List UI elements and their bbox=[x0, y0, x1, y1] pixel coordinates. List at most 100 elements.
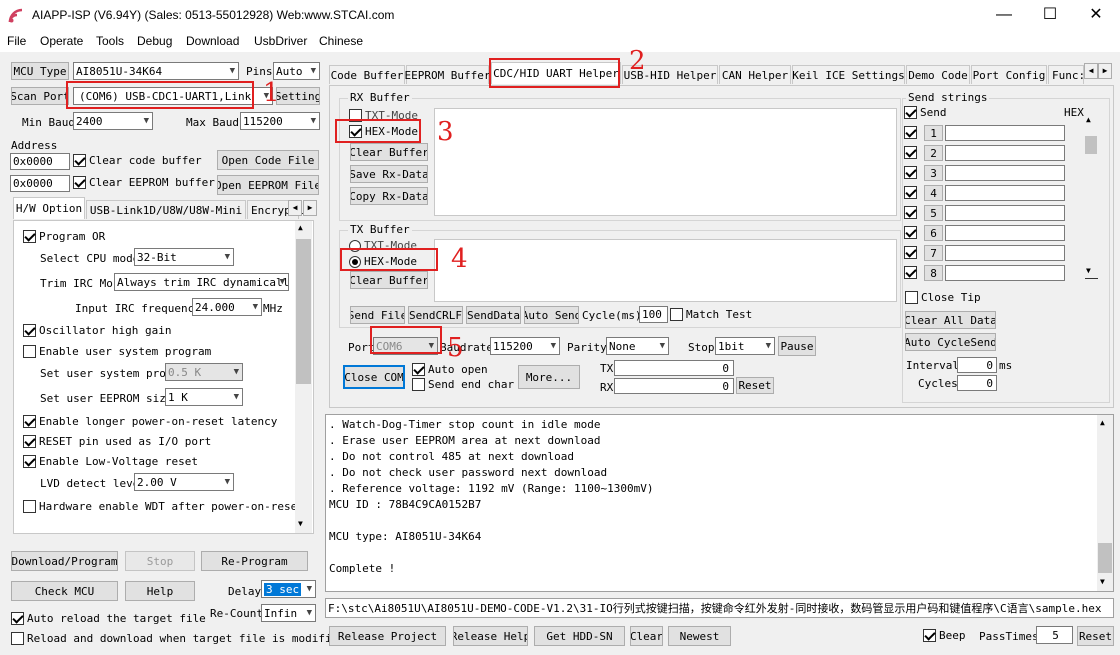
min-baud-select[interactable]: 2400 ▼ bbox=[73, 112, 153, 130]
send-row-button[interactable]: 2 bbox=[924, 145, 943, 161]
close-tip-checkbox[interactable]: Close Tip bbox=[905, 291, 981, 304]
cycle-input[interactable]: 100 bbox=[639, 306, 668, 323]
auto-cycle-send-button[interactable]: Auto CycleSend bbox=[905, 333, 996, 351]
release-project-button[interactable]: Release Project bbox=[329, 626, 446, 646]
send-row-input[interactable] bbox=[945, 145, 1065, 161]
send-row-button[interactable]: 8 bbox=[924, 265, 943, 281]
scroll-up-icon[interactable]: ▲ bbox=[1100, 418, 1105, 427]
scroll-down-icon[interactable]: ▼ bbox=[1100, 577, 1105, 586]
copy-rx-data-button[interactable]: Copy Rx-Data bbox=[350, 187, 428, 205]
send-row-checkbox[interactable] bbox=[904, 266, 917, 279]
lvd-level-select[interactable]: 2.00 V ▼ bbox=[134, 473, 234, 491]
send-end-char-checkbox[interactable]: Send end char bbox=[412, 378, 514, 391]
send-row-checkbox[interactable] bbox=[904, 186, 917, 199]
recount-select[interactable]: Infin ▼ bbox=[261, 604, 316, 622]
auto-send-button[interactable]: Auto Send bbox=[524, 306, 579, 324]
rx-data-area[interactable] bbox=[434, 108, 897, 216]
oscillator-gain-checkbox[interactable]: Oscillator high gain bbox=[23, 324, 171, 337]
scrollbar-thumb[interactable] bbox=[296, 239, 311, 384]
send-row-button[interactable]: 5 bbox=[924, 205, 943, 221]
menu-file[interactable]: File bbox=[7, 34, 26, 48]
rx-clear-buffer-button[interactable]: Clear Buffer bbox=[350, 143, 428, 161]
scroll-down-icon[interactable]: ▼ bbox=[1086, 266, 1091, 275]
open-code-file-button[interactable]: Open Code File bbox=[217, 150, 319, 170]
pass-times-reset-button[interactable]: Reset bbox=[1077, 626, 1114, 646]
stop-bits-select[interactable]: 1bit ▼ bbox=[715, 337, 775, 355]
close-com-button[interactable]: Close COM bbox=[343, 365, 405, 389]
send-row-button[interactable]: 1 bbox=[924, 125, 943, 141]
delay-select[interactable]: 3 sec ▼ bbox=[261, 580, 316, 598]
trim-irc-select[interactable]: Always trim IRC dynamicall ▼ bbox=[114, 273, 289, 291]
cycles-input[interactable]: 0 bbox=[957, 375, 997, 391]
clear-code-checkbox[interactable]: Clear code buffer bbox=[73, 154, 202, 167]
send-row-checkbox[interactable] bbox=[904, 206, 917, 219]
match-test-checkbox[interactable]: Match Test bbox=[670, 308, 752, 321]
scroll-up-icon[interactable]: ▲ bbox=[298, 223, 303, 232]
program-or-checkbox[interactable]: Program OR bbox=[23, 230, 105, 243]
clear-eeprom-checkbox[interactable]: Clear EEPROM buffer bbox=[73, 176, 215, 189]
tab-usb-link[interactable]: USB-Link1D/U8W/U8W-Mini bbox=[86, 200, 246, 219]
clear-all-data-button[interactable]: Clear All Data bbox=[905, 311, 996, 329]
eeprom-size-select[interactable]: 1 K ▼ bbox=[165, 388, 243, 406]
hardware-wdt-checkbox[interactable]: Hardware enable WDT after power-on-reset bbox=[23, 500, 304, 513]
send-row-input[interactable] bbox=[945, 185, 1065, 201]
scrollbar-thumb[interactable] bbox=[1098, 543, 1112, 573]
irc-frequency-select[interactable]: 24.000 ▼ bbox=[192, 298, 262, 316]
menu-operate[interactable]: Operate bbox=[40, 34, 83, 48]
auto-open-checkbox[interactable]: Auto open bbox=[412, 363, 488, 376]
counter-reset-button[interactable]: Reset bbox=[736, 377, 774, 394]
user-prog-size-select[interactable]: 0.5 K ▼ bbox=[165, 363, 243, 381]
pause-button[interactable]: Pause bbox=[778, 336, 816, 356]
menu-chinese[interactable]: Chinese bbox=[319, 34, 363, 48]
re-program-button[interactable]: Re-Program bbox=[201, 551, 308, 571]
send-row-input[interactable] bbox=[945, 225, 1065, 241]
parity-select[interactable]: None ▼ bbox=[606, 337, 669, 355]
menu-usbdriver[interactable]: UsbDriver bbox=[254, 34, 307, 48]
maximize-icon[interactable]: ☐ bbox=[1027, 0, 1073, 32]
send-row-input[interactable] bbox=[945, 125, 1065, 141]
tab-can-helper[interactable]: CAN Helper bbox=[719, 65, 791, 84]
get-hdd-sn-button[interactable]: Get HDD-SN bbox=[534, 626, 625, 646]
max-baud-select[interactable]: 115200 ▼ bbox=[240, 112, 320, 130]
close-icon[interactable]: ✕ bbox=[1073, 0, 1119, 32]
tab-eeprom-buffer[interactable]: EEPROM Buffer bbox=[404, 65, 491, 84]
log-scrollbar[interactable]: ▲ ▼ bbox=[1097, 415, 1113, 591]
send-strings-scrollbar[interactable]: ▲ ▼ bbox=[1084, 114, 1098, 278]
user-system-program-checkbox[interactable]: Enable user system program bbox=[23, 345, 211, 358]
download-program-button[interactable]: Download/Program bbox=[11, 551, 118, 571]
longer-por-checkbox[interactable]: Enable longer power-on-reset latency bbox=[23, 415, 277, 428]
tab-keil-ice-settings[interactable]: Keil ICE Settings bbox=[792, 65, 905, 84]
send-row-button[interactable]: 4 bbox=[924, 185, 943, 201]
send-row-input[interactable] bbox=[945, 205, 1065, 221]
menu-download[interactable]: Download bbox=[186, 34, 239, 48]
send-crlf-button[interactable]: SendCRLF bbox=[408, 306, 463, 324]
eeprom-address-input[interactable]: 0x0000 bbox=[10, 175, 70, 192]
mcu-type-button[interactable]: MCU Type bbox=[11, 62, 69, 80]
tx-clear-buffer-button[interactable]: Clear Buffer bbox=[350, 271, 428, 289]
mcu-type-select[interactable]: AI8051U-34K64 ▼ bbox=[73, 62, 239, 80]
auto-reload-checkbox[interactable]: Auto reload the target file bbox=[11, 612, 206, 625]
help-button[interactable]: Help bbox=[125, 581, 195, 601]
menu-debug[interactable]: Debug bbox=[137, 34, 172, 48]
more-button[interactable]: More... bbox=[518, 365, 580, 389]
menu-tools[interactable]: Tools bbox=[96, 34, 124, 48]
reload-modified-checkbox[interactable]: Reload and download when target file is … bbox=[11, 632, 345, 645]
baudrate-select[interactable]: 115200 ▼ bbox=[490, 337, 560, 355]
beep-checkbox[interactable]: Beep bbox=[923, 629, 966, 642]
file-path-field[interactable]: F:\stc\Ai8051U\AI8051U-DEMO-CODE-V1.2\31… bbox=[325, 598, 1114, 618]
tab-demo-code[interactable]: Demo Code bbox=[906, 65, 970, 84]
release-help-button[interactable]: Release Help bbox=[453, 626, 528, 646]
send-row-checkbox[interactable] bbox=[904, 226, 917, 239]
tx-data-area[interactable] bbox=[434, 239, 897, 302]
send-row-button[interactable]: 7 bbox=[924, 245, 943, 261]
tab-scroll-left-icon[interactable]: ◀ bbox=[1084, 63, 1098, 79]
pins-select[interactable]: Auto ▼ bbox=[273, 62, 320, 80]
tab-port-config[interactable]: Port Config bbox=[971, 65, 1047, 84]
send-row-checkbox[interactable] bbox=[904, 146, 917, 159]
send-row-input[interactable] bbox=[945, 265, 1065, 281]
scroll-up-icon[interactable]: ▲ bbox=[1086, 115, 1091, 124]
save-rx-data-button[interactable]: Save Rx-Data bbox=[350, 165, 428, 183]
setting-button[interactable]: Setting bbox=[276, 87, 320, 105]
cpu-mode-select[interactable]: 32-Bit ▼ bbox=[134, 248, 234, 266]
send-data-button[interactable]: SendData bbox=[466, 306, 521, 324]
